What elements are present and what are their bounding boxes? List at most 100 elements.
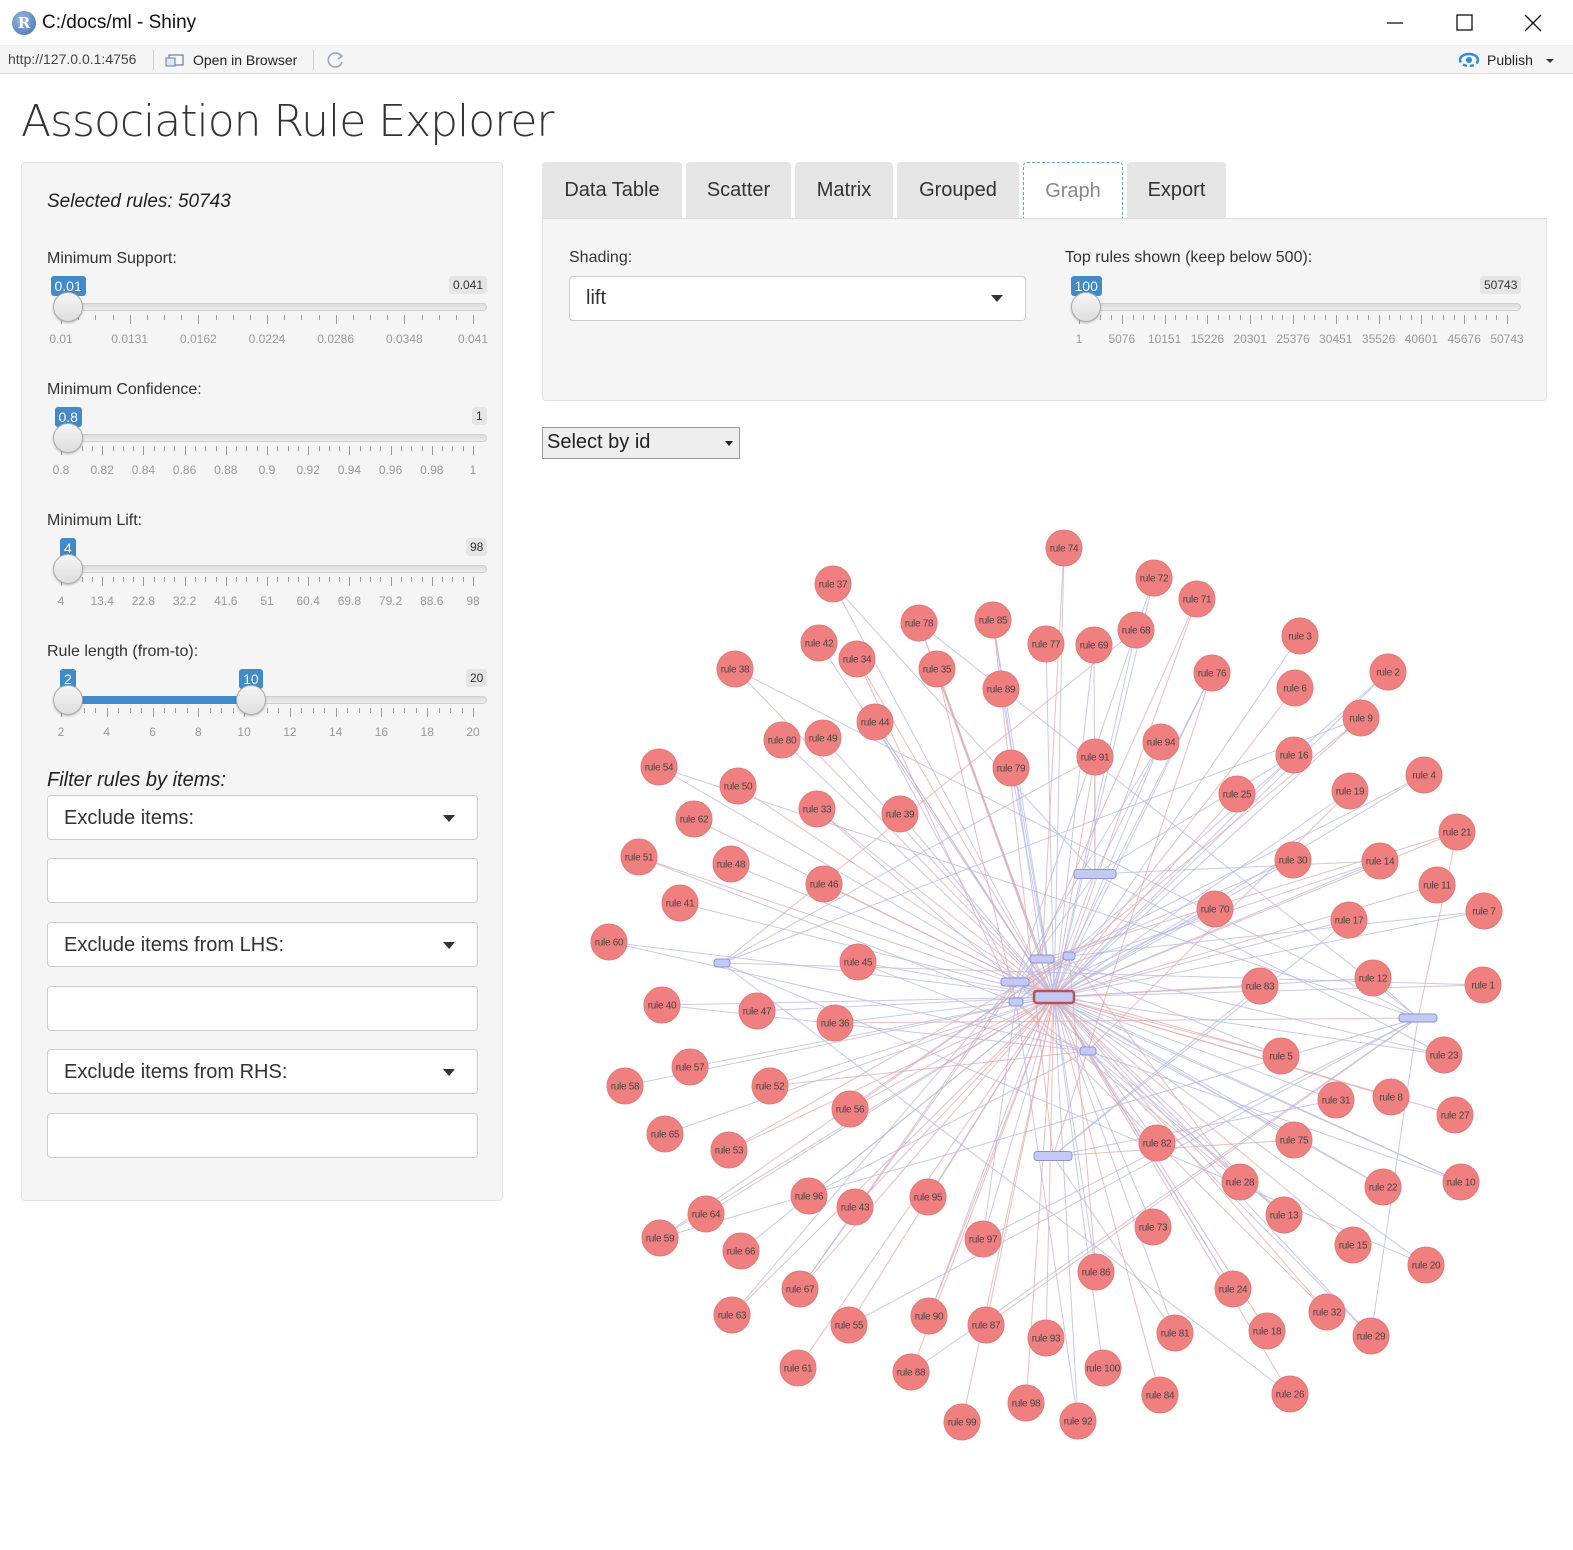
rule-node[interactable]: rule 21 <box>1438 813 1476 851</box>
rule-node[interactable]: rule 19 <box>1331 772 1369 810</box>
slider-track[interactable] <box>1079 303 1521 311</box>
item-node[interactable] <box>1062 951 1076 961</box>
rule-node[interactable]: rule 7 <box>1465 892 1503 930</box>
slider-track[interactable] <box>61 303 487 311</box>
rule-node[interactable]: rule 99 <box>943 1403 981 1441</box>
rule-node[interactable]: rule 64 <box>687 1195 725 1233</box>
rule-node[interactable]: rule 52 <box>751 1067 789 1105</box>
rule-node[interactable]: rule 94 <box>1142 723 1180 761</box>
rule-node[interactable]: rule 55 <box>830 1306 868 1344</box>
tab-graph[interactable]: Graph <box>1023 162 1123 218</box>
rule-node[interactable]: rule 68 <box>1117 611 1155 649</box>
item-node[interactable] <box>1029 954 1055 964</box>
rule-node[interactable]: rule 29 <box>1352 1317 1390 1355</box>
rule-node[interactable]: rule 38 <box>716 650 754 688</box>
rule-node[interactable]: rule 24 <box>1214 1270 1252 1308</box>
rule-node[interactable]: rule 30 <box>1274 841 1312 879</box>
open-in-browser-icon[interactable] <box>165 52 185 68</box>
rule-node[interactable]: rule 92 <box>1059 1402 1097 1440</box>
rule-node[interactable]: rule 20 <box>1407 1246 1445 1284</box>
rule-node[interactable]: rule 28 <box>1221 1163 1259 1201</box>
exclude-rhs-select[interactable]: Exclude items from RHS: <box>47 1049 478 1094</box>
item-node[interactable] <box>1000 977 1030 987</box>
rule-node[interactable]: rule 78 <box>900 604 938 642</box>
rule-node[interactable]: rule 56 <box>831 1090 869 1128</box>
rule-node[interactable]: rule 66 <box>722 1232 760 1270</box>
rule-node[interactable]: rule 16 <box>1275 736 1313 774</box>
rule-node[interactable]: rule 75 <box>1275 1121 1313 1159</box>
open-in-browser-button[interactable]: Open in Browser <box>193 52 297 68</box>
rule-node[interactable]: rule 22 <box>1364 1168 1402 1206</box>
rule-node[interactable]: rule 69 <box>1075 626 1113 664</box>
rule-node[interactable]: rule 18 <box>1248 1312 1286 1350</box>
item-node[interactable] <box>1079 1046 1097 1056</box>
rule-node[interactable]: rule 87 <box>967 1306 1005 1344</box>
rule-node[interactable]: rule 76 <box>1193 654 1231 692</box>
rule-node[interactable]: rule 73 <box>1134 1208 1172 1246</box>
rule-node[interactable]: rule 82 <box>1138 1124 1176 1162</box>
tab-export[interactable]: Export <box>1127 162 1226 218</box>
rule-node[interactable]: rule 6 <box>1276 669 1314 707</box>
rule-node[interactable]: rule 70 <box>1196 890 1234 928</box>
rule-node[interactable]: rule 32 <box>1308 1293 1346 1331</box>
slider-handle[interactable] <box>53 685 83 715</box>
publish-icon[interactable] <box>1457 50 1481 70</box>
rule-node[interactable]: rule 13 <box>1265 1196 1303 1234</box>
rule-node[interactable]: rule 45 <box>839 943 877 981</box>
rule-node[interactable]: rule 10 <box>1442 1163 1480 1201</box>
rule-node[interactable]: rule 50 <box>719 767 757 805</box>
item-node[interactable] <box>1398 1013 1438 1023</box>
rule-node[interactable]: rule 91 <box>1076 738 1114 776</box>
close-button[interactable] <box>1520 10 1546 36</box>
rule-node[interactable]: rule 100 <box>1084 1349 1122 1387</box>
item-node[interactable] <box>1032 989 1076 1005</box>
rule-node[interactable]: rule 95 <box>909 1178 947 1216</box>
min-support-slider[interactable]: 0.01 0.041 0.01 0.0131 0.0162 0.0224 0.0286 0.0… <box>47 276 488 346</box>
rule-node[interactable]: rule 3 <box>1281 617 1319 655</box>
slider-track[interactable] <box>61 434 487 442</box>
rule-node[interactable]: rule 53 <box>710 1131 748 1169</box>
tab-data-table[interactable]: Data Table <box>542 162 682 218</box>
tab-scatter[interactable]: Scatter <box>686 162 791 218</box>
rule-node[interactable]: rule 97 <box>964 1220 1002 1258</box>
shading-select[interactable]: lift <box>569 276 1026 321</box>
rule-node[interactable]: rule 51 <box>620 838 658 876</box>
item-node[interactable] <box>1073 869 1117 879</box>
rule-node[interactable]: rule 12 <box>1354 959 1392 997</box>
rule-node[interactable]: rule 1 <box>1464 966 1502 1004</box>
select-by-id-dropdown[interactable]: Select by id <box>542 427 740 459</box>
rule-node[interactable]: rule 86 <box>1077 1253 1115 1291</box>
rule-node[interactable]: rule 88 <box>892 1353 930 1391</box>
exclude-lhs-select[interactable]: Exclude items from LHS: <box>47 922 478 967</box>
rule-node[interactable]: rule 96 <box>790 1177 828 1215</box>
tab-matrix[interactable]: Matrix <box>795 162 893 218</box>
rule-node[interactable]: rule 93 <box>1027 1319 1065 1357</box>
min-lift-slider[interactable]: 4 98 4 13.4 22.8 32.2 41.6 51 60.4 69.8 79.2 88.6 98 <box>47 538 488 608</box>
slider-handle[interactable] <box>53 423 83 453</box>
rule-node[interactable]: rule 8 <box>1372 1078 1410 1116</box>
rule-node[interactable]: rule 23 <box>1425 1036 1463 1074</box>
maximize-button[interactable] <box>1452 10 1478 36</box>
rule-node[interactable]: rule 81 <box>1156 1314 1194 1352</box>
rule-node[interactable]: rule 41 <box>661 884 699 922</box>
rule-node[interactable]: rule 42 <box>800 624 838 662</box>
rule-node[interactable]: rule 9 <box>1342 699 1380 737</box>
slider-handle[interactable] <box>1071 292 1101 322</box>
rule-node[interactable]: rule 31 <box>1317 1081 1355 1119</box>
rule-node[interactable]: rule 59 <box>641 1219 679 1257</box>
exclude-items-select[interactable]: Exclude items: <box>47 795 478 840</box>
rule-node[interactable]: rule 84 <box>1141 1376 1179 1414</box>
item-node[interactable] <box>713 958 731 968</box>
exclude-rhs-input[interactable] <box>47 1113 478 1158</box>
rule-node[interactable]: rule 83 <box>1241 967 1279 1005</box>
rule-length-slider[interactable]: 2 10 20 2 4 6 8 10 12 14 16 18 20 <box>47 669 488 739</box>
rule-node[interactable]: rule 34 <box>838 640 876 678</box>
rule-node[interactable]: rule 63 <box>713 1296 751 1334</box>
rule-node[interactable]: rule 60 <box>590 923 628 961</box>
chevron-down-icon[interactable] <box>1545 58 1555 64</box>
rule-node[interactable]: rule 74 <box>1045 529 1083 567</box>
item-node[interactable] <box>1008 997 1024 1007</box>
rule-node[interactable]: rule 79 <box>992 749 1030 787</box>
rule-node[interactable]: rule 77 <box>1027 625 1065 663</box>
rule-node[interactable]: rule 35 <box>918 650 956 688</box>
